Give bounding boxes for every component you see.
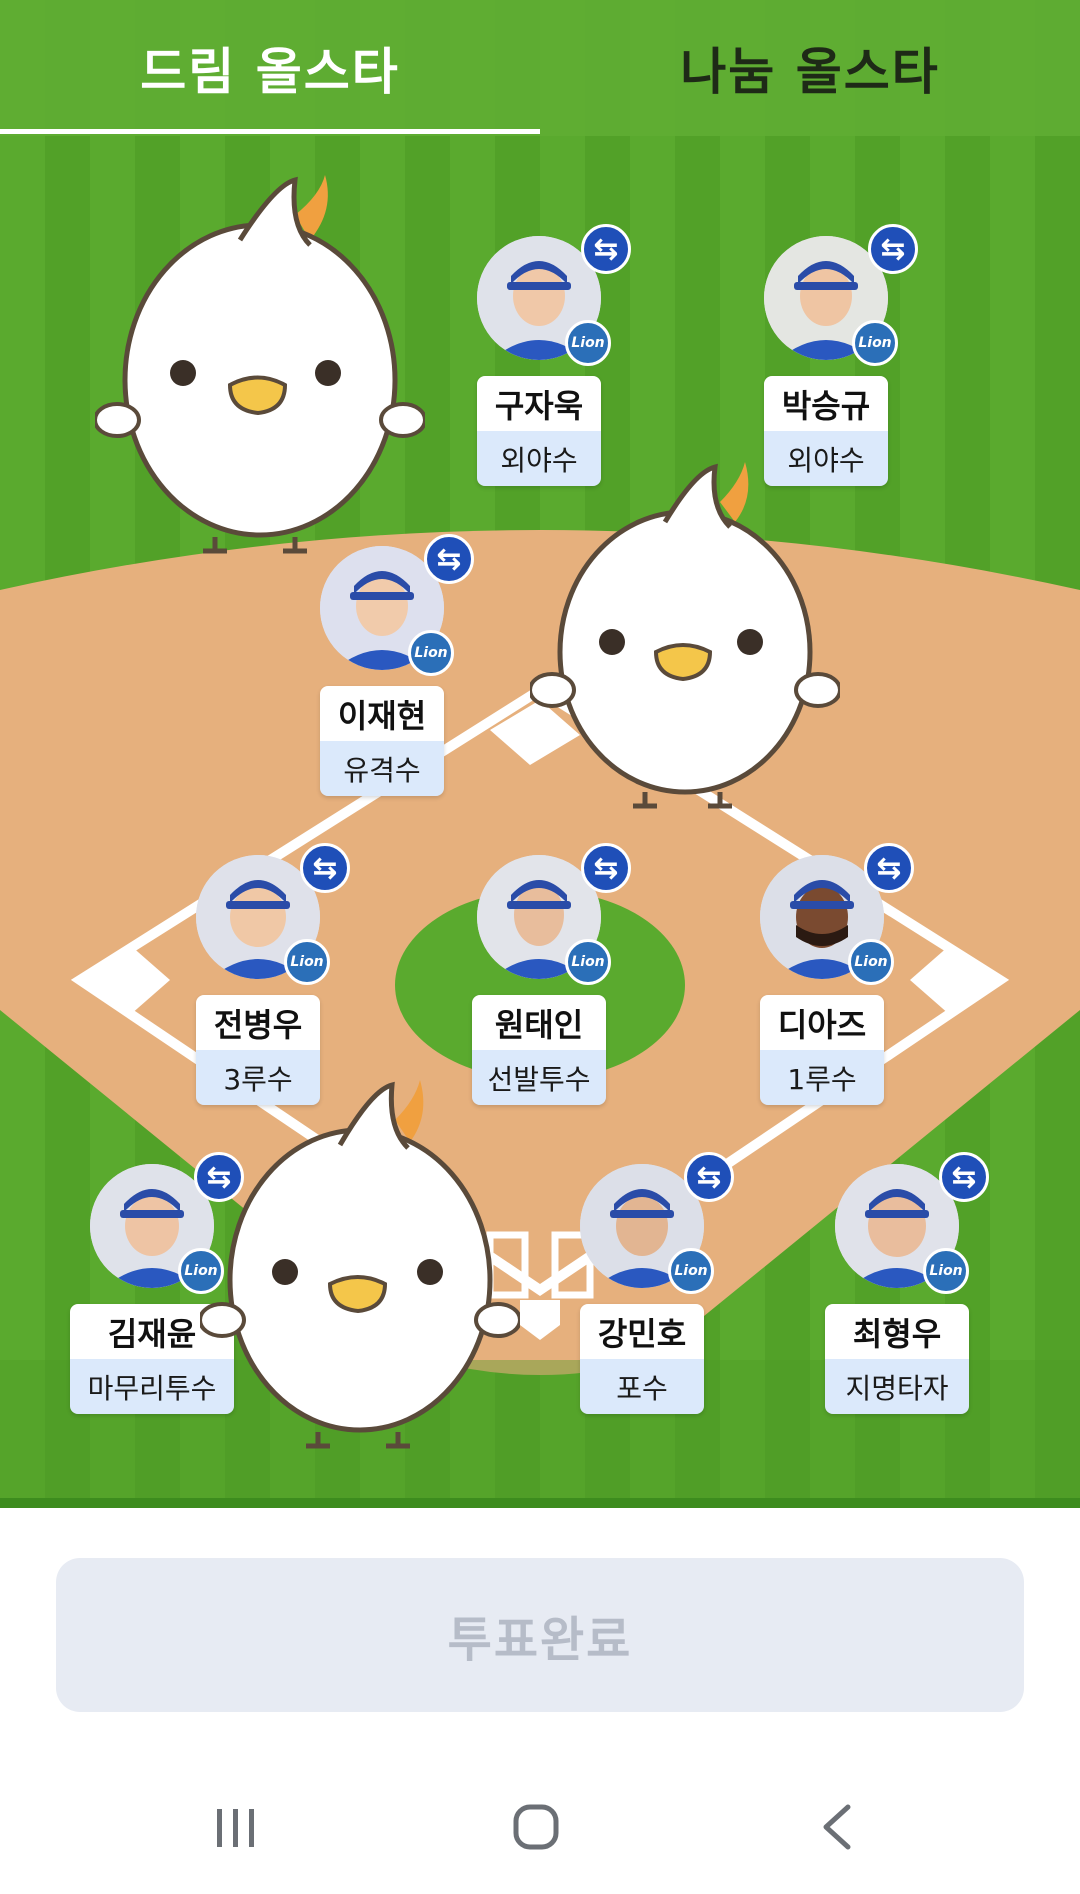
tab-nanum-allstar[interactable]: 나눔 올스타 (540, 0, 1080, 136)
player-name: 최형우 (825, 1304, 969, 1359)
player-card: 최형우 지명타자 (825, 1304, 969, 1414)
chick-mascot (95, 175, 425, 554)
swap-arrows-icon[interactable]: ⇆ (868, 224, 918, 274)
swap-arrows-icon[interactable]: ⇆ (939, 1152, 989, 1202)
player-name: 원태인 (472, 995, 606, 1050)
player-name: 박승규 (764, 376, 888, 431)
chick-mascot (530, 462, 840, 809)
lions-team-badge: Lion (565, 320, 611, 366)
swap-arrows-icon[interactable]: ⇆ (581, 224, 631, 274)
player-position: 1루수 (760, 1050, 884, 1105)
tab-dream-allstar[interactable]: 드림 올스타 (0, 0, 540, 136)
lions-team-badge: Lion (848, 939, 894, 985)
player-card: 이재현 유격수 (320, 686, 444, 796)
player-name: 이재현 (320, 686, 444, 741)
lions-team-badge: Lion (852, 320, 898, 366)
player-name: 전병우 (196, 995, 320, 1050)
vote-complete-button[interactable]: 투표완료 (56, 1558, 1024, 1712)
swap-arrows-icon[interactable]: ⇆ (864, 843, 914, 893)
ballpark-field: 드림 올스타 나눔 올스타 ⇆ Lion 구자욱 외야수 ⇆ Lion 박승규 … (0, 0, 1080, 1508)
lions-team-badge: Lion (565, 939, 611, 985)
player-name: 강민호 (580, 1304, 704, 1359)
swap-arrows-icon[interactable]: ⇆ (424, 534, 474, 584)
player-card: 강민호 포수 (580, 1304, 704, 1414)
recent-apps-icon[interactable] (175, 1760, 295, 1894)
lions-team-badge: Lion (668, 1248, 714, 1294)
player-position: 지명타자 (825, 1359, 969, 1414)
player-name: 디아즈 (760, 995, 884, 1050)
swap-arrows-icon[interactable]: ⇆ (300, 843, 350, 893)
lions-team-badge: Lion (923, 1248, 969, 1294)
swap-arrows-icon[interactable]: ⇆ (684, 1152, 734, 1202)
chick-mascot (200, 1080, 520, 1449)
player-card: 디아즈 1루수 (760, 995, 884, 1105)
player-position: 유격수 (320, 741, 444, 796)
active-tab-indicator (0, 129, 540, 134)
allstar-tabs: 드림 올스타 나눔 올스타 (0, 0, 1080, 136)
home-icon[interactable] (476, 1760, 596, 1894)
player-name: 구자욱 (477, 376, 601, 431)
back-icon[interactable] (778, 1760, 898, 1894)
swap-arrows-icon[interactable]: ⇆ (581, 843, 631, 893)
system-navigation-bar (0, 1760, 1080, 1894)
lions-team-badge: Lion (408, 630, 454, 676)
player-position: 포수 (580, 1359, 704, 1414)
lions-team-badge: Lion (284, 939, 330, 985)
